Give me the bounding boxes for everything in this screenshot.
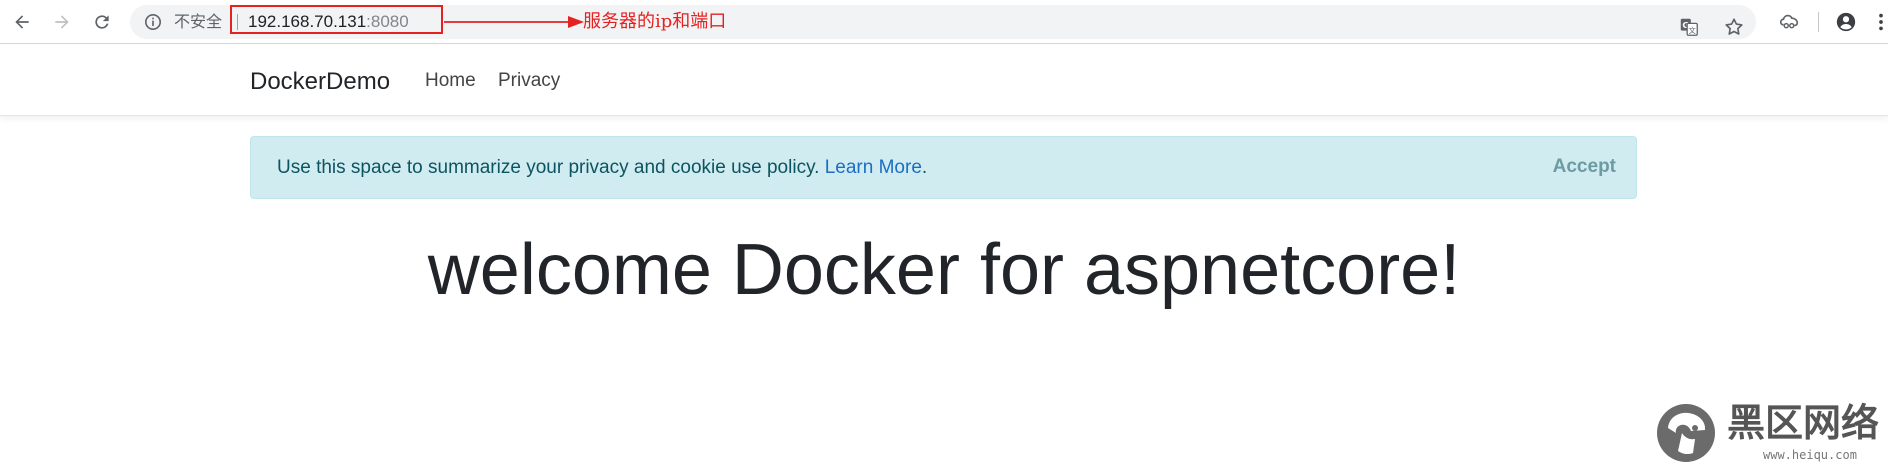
toolbar-divider [1818,12,1819,32]
cookie-consent-alert: Use this space to summarize your privacy… [250,136,1637,199]
forward-arrow-icon[interactable] [47,7,77,37]
watermark-logo-icon [1657,404,1715,462]
account-icon[interactable] [1833,9,1859,35]
watermark-brand: 黑区网络 [1727,401,1880,445]
watermark-url: www.heiqu.com [1763,448,1857,462]
security-status-label[interactable]: 不安全 [174,13,222,31]
info-icon[interactable] [144,13,162,31]
annotation-arrow-icon [444,16,584,28]
cookie-consent-text: Use this space to summarize your privacy… [277,157,927,179]
nav-link-privacy[interactable]: Privacy [498,69,560,93]
annotation-label: 服务器的ip和端口 [583,11,727,32]
annotation-highlight-box [230,5,443,34]
app-navbar: DockerDemo Home Privacy [0,45,1888,116]
cookie-policy-text: Use this space to summarize your privacy… [277,157,825,178]
menu-dots-icon[interactable] [1874,9,1888,35]
browser-toolbar: 不安全 192.168.70.131:8080 G 文 服务器的ip和端口 [0,0,1888,44]
nav-link-home[interactable]: Home [425,69,476,93]
site-watermark: 黑区网络 www.heiqu.com [1655,398,1888,467]
navbar-brand[interactable]: DockerDemo [250,67,390,97]
translate-icon[interactable]: G 文 [1676,14,1702,40]
back-arrow-icon[interactable] [7,7,37,37]
accept-cookie-button[interactable]: Accept [1553,155,1616,179]
reload-icon[interactable] [87,7,117,37]
extension-icon[interactable] [1776,9,1802,35]
svg-text:文: 文 [1689,26,1697,35]
page-heading: welcome Docker for aspnetcore! [427,230,1461,310]
cookie-period: . [921,157,928,178]
learn-more-link[interactable]: Learn More [825,157,922,178]
star-icon[interactable] [1721,14,1747,40]
